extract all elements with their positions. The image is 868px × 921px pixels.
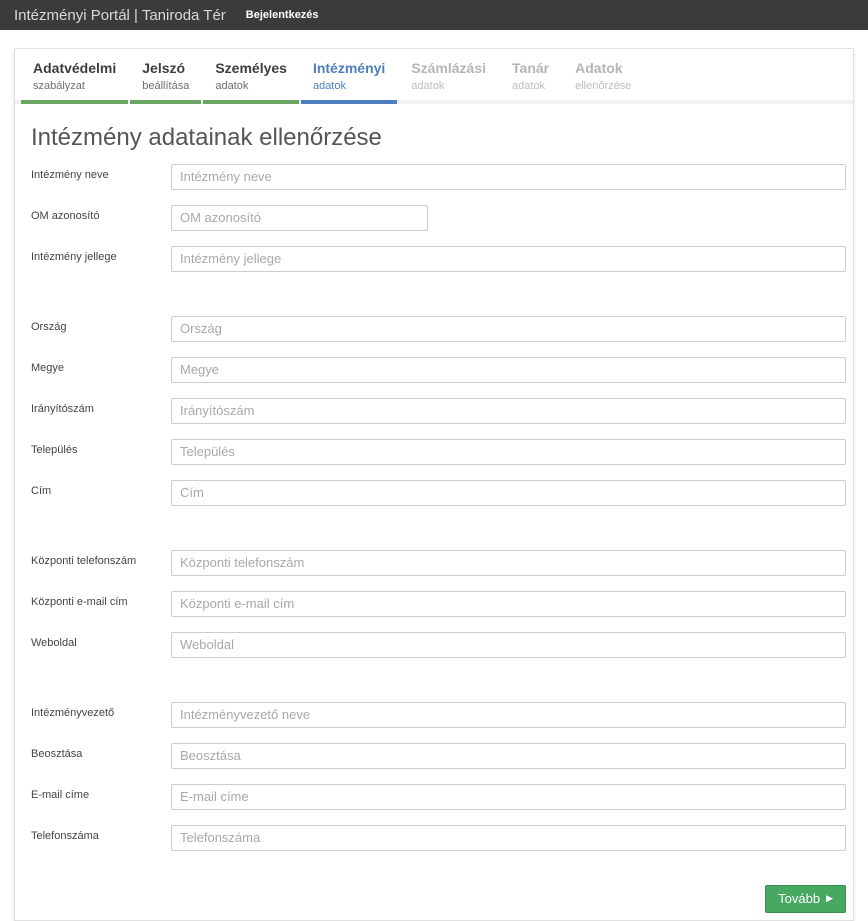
form-row: E-mail címe [31,783,846,810]
form-row: Intézmény neve [31,163,846,190]
field-label: Település [31,443,78,456]
form-actions: Tovább ▶ [31,884,846,913]
field-label: Intézmény neve [31,168,109,181]
tab-tanar-adatok[interactable]: Tanár adatok [500,57,561,104]
tab-adatok-ellenorzese[interactable]: Adatok ellenőrzése [563,57,643,104]
field-label: Központi telefonszám [31,554,137,567]
wizard-card: Adatvédelmi szabályzat Jelszó beállítása… [14,48,854,921]
principal-name-input[interactable] [171,701,846,728]
principal-position-input[interactable] [171,742,846,769]
tab-label: Adatvédelmi [33,60,117,76]
field-label: Telefonszáma [31,829,99,842]
postal-code-input[interactable] [171,397,846,424]
wizard-tab-bar: Adatvédelmi szabályzat Jelszó beállítása… [15,49,853,104]
principal-phone-input[interactable] [171,824,846,851]
address-input[interactable] [171,479,846,506]
form-row: Intézményvezető [31,701,846,728]
form-row: Cím [31,479,846,506]
tab-sublabel: beállítása [142,79,190,92]
city-input[interactable] [171,438,846,465]
form-row: Weboldal [31,631,846,658]
form-row: Irányítószám [31,397,846,424]
topbar: Intézményi Portál | Taniroda Tér Bejelen… [0,0,868,30]
field-label: Ország [31,320,67,333]
tab-label: Jelszó [142,60,186,76]
country-input[interactable] [171,315,846,342]
institution-form: Intézmény neve OM azonosító Intézmény je… [31,163,846,913]
form-content: Intézmény adatainak ellenőrzése Intézmén… [15,124,853,920]
form-row: Megye [31,356,846,383]
tab-szemelyes-adatok[interactable]: Személyes adatok [203,57,299,104]
field-label: Központi e-mail cím [31,595,128,608]
form-row: Központi e-mail cím [31,590,846,617]
website-input[interactable] [171,631,846,658]
field-label: Megye [31,361,65,374]
tab-jelszo-beallitasa[interactable]: Jelszó beállítása [130,57,202,104]
central-email-input[interactable] [171,590,846,617]
form-row: Központi telefonszám [31,549,846,576]
tab-sublabel: adatok [215,79,249,92]
field-label: Cím [31,484,52,497]
field-label: Intézményvezető [31,706,115,719]
county-input[interactable] [171,356,846,383]
next-button[interactable]: Tovább ▶ [765,884,846,913]
login-link[interactable]: Bejelentkezés [246,9,319,21]
tab-sublabel: adatok [312,79,346,92]
field-label: Intézmény jellege [31,250,117,263]
institution-name-input[interactable] [171,163,846,190]
field-label: Irányítószám [31,402,94,415]
form-row: Ország [31,315,846,342]
tab-szamlazasi-adatok[interactable]: Számlázási adatok [399,57,498,104]
principal-email-input[interactable] [171,783,846,810]
form-row: OM azonosító [31,204,846,231]
field-label: OM azonosító [31,209,100,222]
tab-adatvedelmi-szabalyzat[interactable]: Adatvédelmi szabályzat [21,57,129,104]
tab-sublabel: adatok [512,79,546,92]
form-row: Település [31,438,846,465]
tab-label: Tanár [512,60,550,76]
field-label: E-mail címe [31,788,90,801]
institution-type-input[interactable] [171,245,846,272]
om-id-input[interactable] [171,204,428,231]
field-label: Weboldal [31,636,77,649]
form-row: Telefonszáma [31,824,846,851]
tab-sublabel: szabályzat [33,79,85,92]
tab-sublabel: ellenőrzése [575,79,632,92]
tab-label: Személyes [215,60,287,76]
tab-sublabel: adatok [411,79,445,92]
field-label: Beosztása [31,747,83,760]
page-title: Intézmény adatainak ellenőrzése [31,123,382,151]
tab-label: Adatok [575,60,623,76]
app-title: Intézményi Portál | Taniroda Tér [14,6,226,24]
play-icon: ▶ [826,892,833,903]
central-phone-input[interactable] [171,549,846,576]
tab-label: Számlázási [411,60,487,76]
form-row: Beosztása [31,742,846,769]
tab-intezmenyi-adatok[interactable]: Intézményi adatok [300,57,398,104]
tab-label: Intézményi [312,60,386,76]
next-button-label: Tovább [778,890,821,906]
form-row: Intézmény jellege [31,245,846,272]
